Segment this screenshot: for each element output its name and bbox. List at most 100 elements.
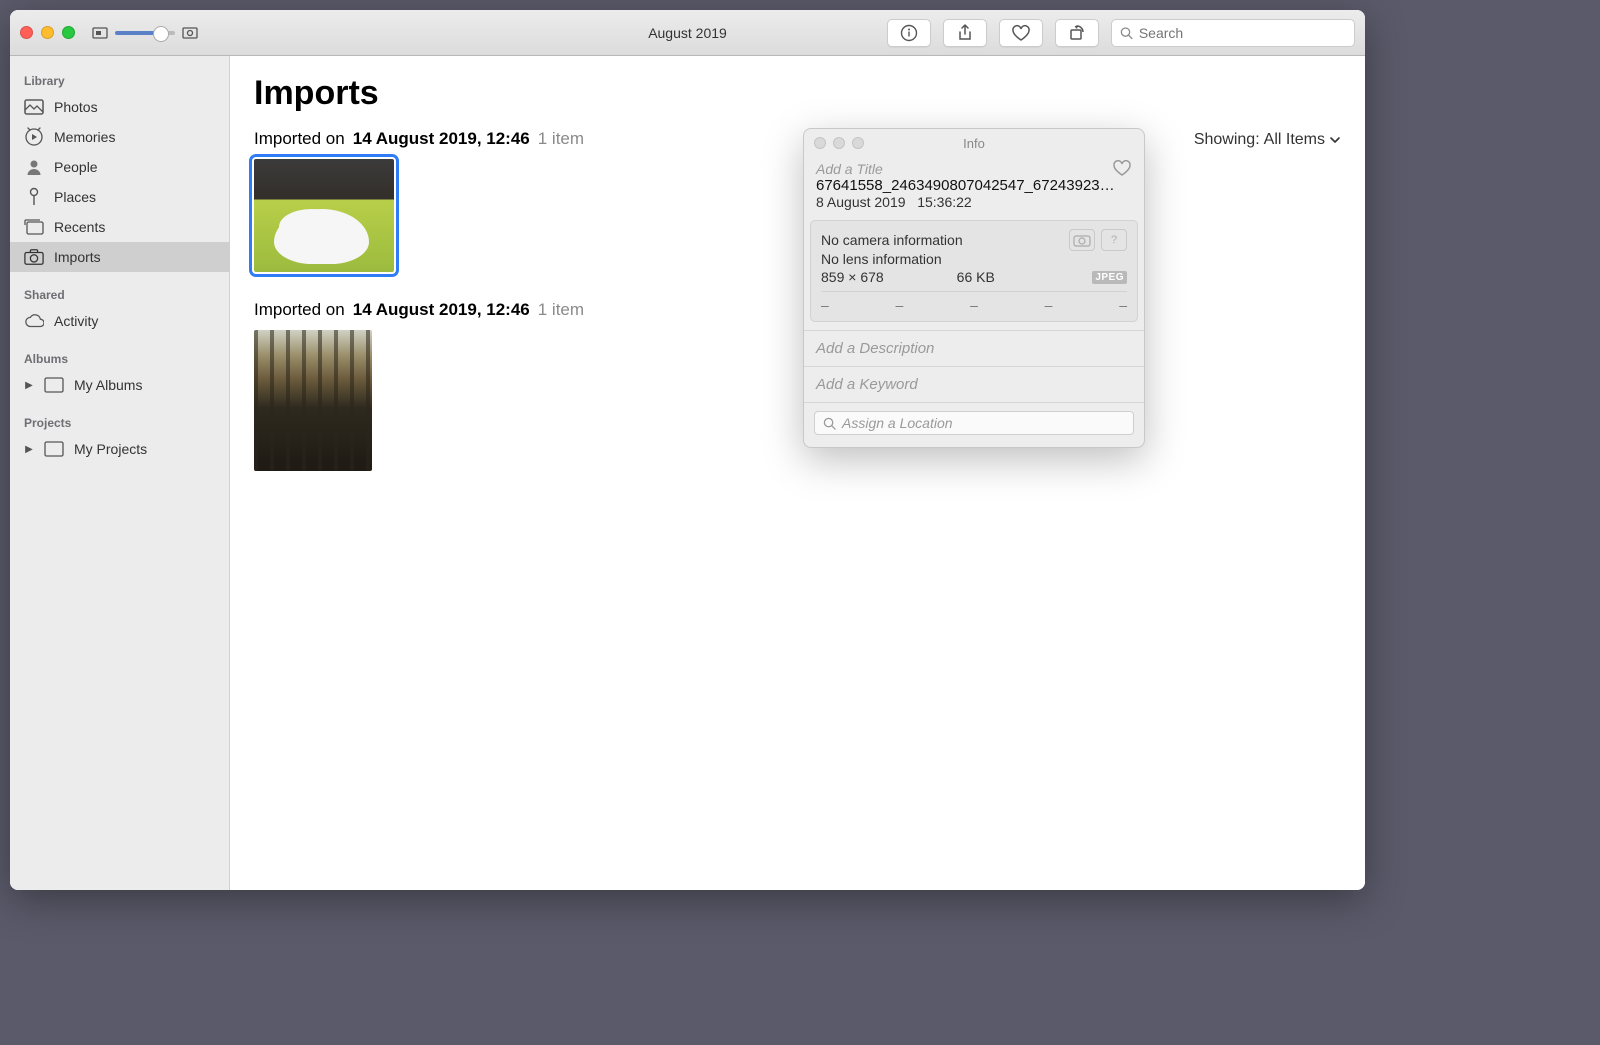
sidebar-item-label: Activity — [54, 313, 98, 329]
info-filename: 67641558_2463490807042547_67243923… — [816, 177, 1132, 194]
location-placeholder: Assign a Location — [842, 415, 953, 431]
thumbnail-image — [254, 159, 394, 272]
disclosure-icon[interactable]: ▶ — [24, 444, 34, 455]
add-title-field[interactable]: Add a Title — [816, 161, 1132, 177]
zoom-controls — [91, 24, 199, 42]
sidebar-item-people[interactable]: People — [10, 152, 229, 182]
sidebar-item-label: Recents — [54, 219, 105, 235]
info-size: 66 KB — [957, 269, 995, 285]
import-prefix: Imported on — [254, 129, 345, 149]
zoom-in-icon[interactable] — [181, 24, 199, 42]
info-exif-row: – – – – – — [821, 291, 1127, 313]
sidebar-header-albums: Albums — [10, 346, 229, 370]
info-dimensions: 859 × 678 — [821, 269, 884, 285]
exif-dash: – — [1045, 297, 1053, 313]
info-button[interactable] — [887, 19, 931, 47]
zoom-window-button[interactable] — [62, 26, 75, 39]
exif-dash: – — [970, 297, 978, 313]
thumbnail-image — [254, 330, 372, 471]
sidebar-item-label: Memories — [54, 129, 115, 145]
minimize-window-button[interactable] — [41, 26, 54, 39]
memories-icon — [24, 127, 44, 147]
add-keyword-field[interactable]: Add a Keyword — [804, 366, 1144, 402]
help-icon[interactable]: ? — [1101, 229, 1127, 251]
favorite-button[interactable] — [999, 19, 1043, 47]
disclosure-icon[interactable]: ▶ — [24, 380, 34, 391]
info-date: 8 August 2019 — [816, 194, 906, 210]
photos-icon — [24, 97, 44, 117]
sidebar-item-label: Photos — [54, 99, 98, 115]
info-camera: No camera information — [821, 232, 963, 248]
imports-icon — [24, 247, 44, 267]
sidebar-item-my-projects[interactable]: ▶ My Projects — [10, 434, 229, 464]
rotate-button[interactable] — [1055, 19, 1099, 47]
exif-dash: – — [896, 297, 904, 313]
recents-icon — [24, 217, 44, 237]
photo-thumbnail[interactable] — [254, 159, 394, 272]
exif-dash: – — [1119, 297, 1127, 313]
cloud-icon — [24, 311, 44, 331]
sidebar: Library Photos Memories People Places Re… — [10, 56, 230, 890]
exif-dash: – — [821, 297, 829, 313]
sidebar-item-imports[interactable]: Imports — [10, 242, 229, 272]
search-icon — [1120, 26, 1133, 40]
add-description-field[interactable]: Add a Description — [804, 330, 1144, 366]
share-button[interactable] — [943, 19, 987, 47]
sidebar-item-recents[interactable]: Recents — [10, 212, 229, 242]
titlebar: August 2019 — [10, 10, 1365, 56]
search-field[interactable] — [1111, 19, 1355, 47]
showing-label: Showing: — [1194, 131, 1260, 149]
info-titlebar: Info — [804, 129, 1144, 157]
album-icon — [44, 375, 64, 395]
sidebar-item-label: Imports — [54, 249, 101, 265]
showing-dropdown[interactable]: Showing: All Items — [1194, 131, 1341, 149]
import-count: 1 item — [538, 129, 584, 149]
sidebar-item-label: Places — [54, 189, 96, 205]
sidebar-item-label: My Projects — [74, 441, 147, 457]
toolbar-right — [887, 19, 1355, 47]
album-icon — [44, 439, 64, 459]
app-window: August 2019 Library — [10, 10, 1365, 890]
camera-wb-icon[interactable] — [1069, 229, 1095, 251]
sidebar-item-activity[interactable]: Activity — [10, 306, 229, 336]
sidebar-item-places[interactable]: Places — [10, 182, 229, 212]
sidebar-item-photos[interactable]: Photos — [10, 92, 229, 122]
traffic-lights — [20, 26, 75, 39]
import-group-header: Imported on 14 August 2019, 12:46 1 item — [254, 300, 1341, 320]
info-title: Info — [804, 136, 1144, 151]
info-format-badge: JPEG — [1092, 271, 1127, 284]
import-date: 14 August 2019, 12:46 — [353, 129, 530, 149]
places-icon — [24, 187, 44, 207]
info-meta-box: No camera information ? No lens informat… — [810, 220, 1138, 322]
sidebar-item-memories[interactable]: Memories — [10, 122, 229, 152]
close-window-button[interactable] — [20, 26, 33, 39]
sidebar-item-label: People — [54, 159, 98, 175]
search-input[interactable] — [1139, 25, 1346, 41]
assign-location-field[interactable]: Assign a Location — [814, 411, 1134, 435]
sidebar-header-library: Library — [10, 68, 229, 92]
sidebar-item-my-albums[interactable]: ▶ My Albums — [10, 370, 229, 400]
search-icon — [823, 417, 836, 430]
sidebar-header-shared: Shared — [10, 282, 229, 306]
window-body: Library Photos Memories People Places Re… — [10, 56, 1365, 890]
thumbnail-row — [254, 159, 1341, 272]
sidebar-header-projects: Projects — [10, 410, 229, 434]
showing-value: All Items — [1264, 131, 1325, 149]
photo-thumbnail[interactable] — [254, 330, 372, 471]
info-datetime[interactable]: 8 August 2019 15:36:22 — [816, 194, 1132, 210]
info-panel: Info Add a Title 67641558_24634908070425… — [803, 128, 1145, 448]
zoom-slider[interactable] — [115, 31, 175, 35]
chevron-down-icon — [1329, 134, 1341, 146]
sidebar-item-label: My Albums — [74, 377, 142, 393]
import-prefix: Imported on — [254, 300, 345, 320]
import-group-header: Imported on 14 August 2019, 12:46 1 item… — [254, 129, 1341, 149]
zoom-out-icon[interactable] — [91, 24, 109, 42]
content-area: Imports Imported on 14 August 2019, 12:4… — [230, 56, 1365, 890]
favorite-heart-icon[interactable] — [1112, 159, 1132, 177]
location-section: Assign a Location — [804, 402, 1144, 447]
info-time: 15:36:22 — [917, 194, 972, 210]
info-lens: No lens information — [821, 251, 1127, 267]
import-date: 14 August 2019, 12:46 — [353, 300, 530, 320]
import-count: 1 item — [538, 300, 584, 320]
page-title: Imports — [254, 74, 1341, 113]
